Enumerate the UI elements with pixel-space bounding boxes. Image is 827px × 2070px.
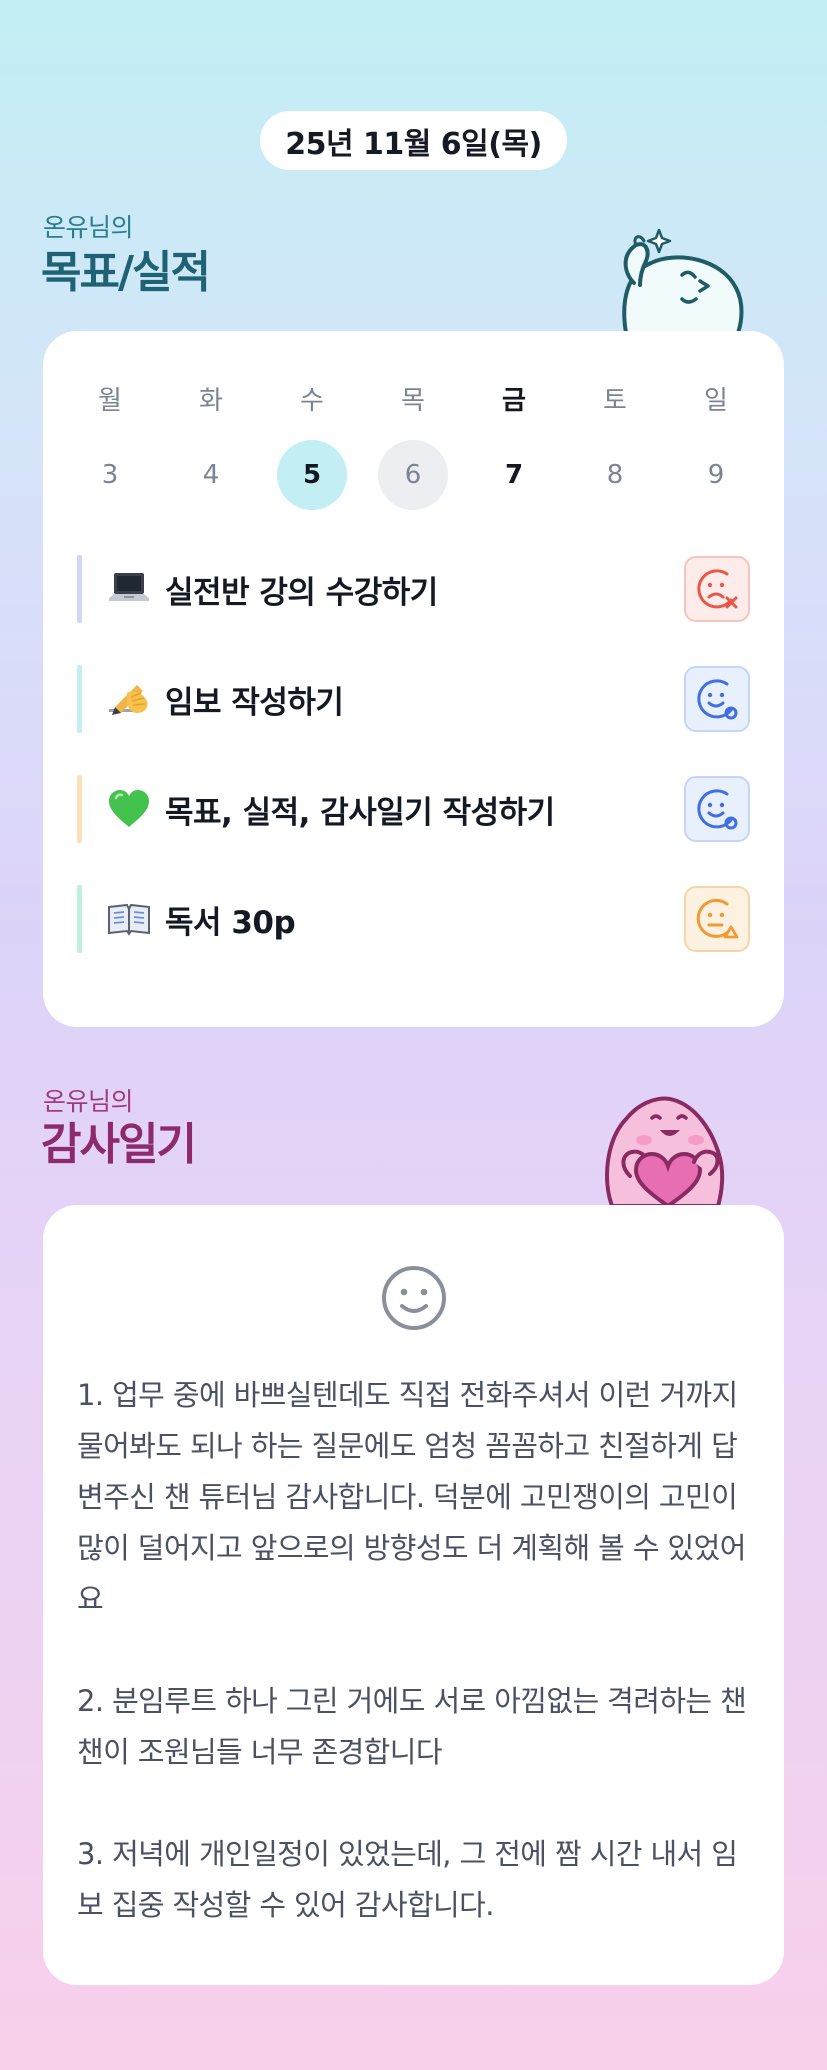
goal-item[interactable]: 목표, 실적, 감사일기 작성하기: [77, 775, 750, 843]
laptop-icon: [107, 567, 151, 611]
smile-face-icon: [382, 1266, 446, 1330]
goal-status-button[interactable]: [684, 776, 750, 842]
goal-item[interactable]: 독서 30p: [77, 885, 750, 953]
green-heart-icon: [107, 787, 151, 831]
goal-color-bar: [77, 555, 82, 623]
gratitude-card: 1. 업무 중에 바쁘실텐데도 직접 전화주셔서 이런 거까지 물어봐도 되나 …: [43, 1205, 784, 1985]
weekday-fri: 금: [502, 385, 526, 416]
sad-face-x-icon: [697, 569, 738, 609]
gratitude-entry: 1. 업무 중에 바쁘실텐데도 직접 전화주셔서 이런 거까지 물어봐도 되나 …: [77, 1378, 746, 1616]
weekday-mon: 월: [98, 385, 122, 416]
pink-mascot-illustration: [605, 1096, 725, 1206]
weekday-tue: 화: [199, 385, 223, 416]
date-9[interactable]: 9: [681, 440, 751, 510]
goals-section-title: 목표/실적: [41, 247, 211, 298]
weekday-sun: 일: [704, 385, 728, 416]
date-row: 3 4 5 6 7 8 9: [43, 440, 784, 510]
goal-color-bar: [77, 775, 82, 843]
weekday-wed: 수: [300, 385, 324, 416]
goal-text: 임보 작성하기: [165, 684, 344, 721]
goal-status-button[interactable]: [684, 556, 750, 622]
open-book-icon: [107, 897, 151, 941]
gratitude-section-title: 감사일기: [41, 1119, 197, 1170]
goal-color-bar: [77, 885, 82, 953]
weekday-row: 월 화 수 목 금 토 일: [43, 363, 784, 433]
goal-text: 실전반 강의 수강하기: [165, 574, 438, 611]
goal-text: 독서 30p: [165, 904, 296, 941]
happy-face-check-icon: [697, 679, 738, 720]
happy-face-check-icon: [697, 789, 738, 830]
goal-item[interactable]: 실전반 강의 수강하기: [77, 555, 750, 623]
goals-card: 월 화 수 목 금 토 일 3 4 5 6 7 8 9 실전반 강의 수강하기: [43, 331, 784, 1027]
goal-color-bar: [77, 665, 82, 733]
goal-text: 목표, 실적, 감사일기 작성하기: [165, 794, 555, 831]
gratitude-diary-text: 1. 업무 중에 바쁘실텐데도 직접 전화주셔서 이런 거까지 물어봐도 되나 …: [77, 1370, 757, 1931]
date-3[interactable]: 3: [75, 440, 145, 510]
weekday-thu: 목: [401, 385, 425, 416]
gratitude-entry: 2. 분임루트 하나 그린 거에도 서로 아낌없는 격려하는 챈챈이 조원님들 …: [77, 1684, 747, 1769]
date-8[interactable]: 8: [580, 440, 650, 510]
gratitude-entry: 3. 저녁에 개인일정이 있었는데, 그 전에 짬 시간 내서 임보 집중 작성…: [77, 1837, 738, 1922]
goal-item[interactable]: 임보 작성하기: [77, 665, 750, 733]
teal-mascot-illustration: [622, 228, 744, 333]
neutral-face-warning-icon: [696, 898, 739, 939]
date-5-selected[interactable]: 5: [277, 440, 347, 510]
date-7-today[interactable]: 7: [479, 440, 549, 510]
date-6-current[interactable]: 6: [378, 440, 448, 510]
weekday-sat: 토: [603, 385, 627, 416]
date-4[interactable]: 4: [176, 440, 246, 510]
goal-status-button[interactable]: [684, 666, 750, 732]
writing-hand-icon: [107, 677, 151, 721]
date-label: 25년 11월 6일(목): [260, 111, 567, 170]
goal-status-button[interactable]: [684, 886, 750, 952]
